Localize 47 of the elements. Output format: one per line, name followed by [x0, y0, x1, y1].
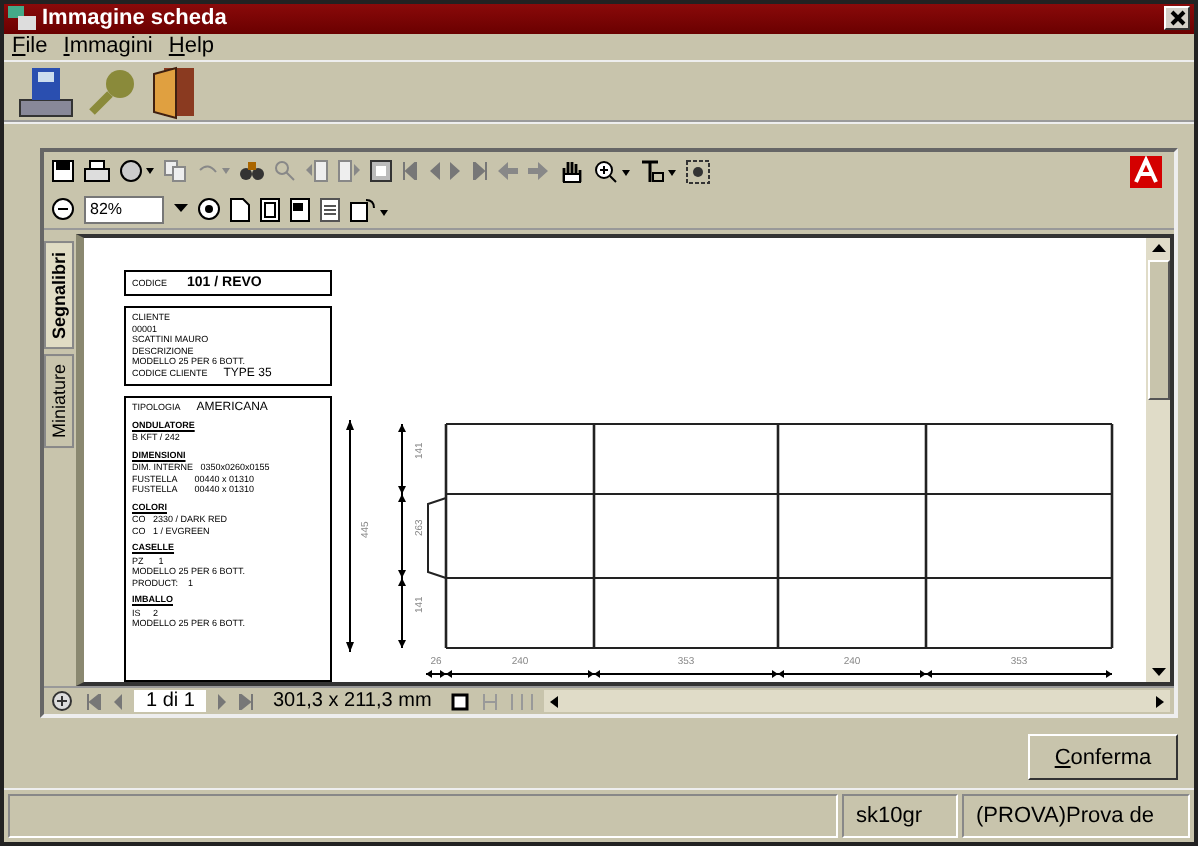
close-button[interactable] — [1164, 6, 1190, 31]
horizontal-scrollbar[interactable] — [543, 690, 1170, 713]
actual-size-icon[interactable] — [230, 197, 250, 222]
save-icon[interactable] — [52, 160, 74, 183]
status-panel: (PROVA)Prova de — [962, 794, 1190, 839]
fit-page-icon[interactable] — [260, 197, 280, 222]
disk-drive-icon[interactable] — [16, 63, 76, 120]
first-page-icon[interactable] — [86, 693, 102, 710]
single-page-icon[interactable] — [449, 691, 470, 712]
fit-width-icon[interactable] — [290, 197, 310, 222]
document-properties-icon[interactable] — [370, 160, 392, 183]
vertical-scrollbar[interactable] — [1146, 238, 1170, 683]
side-tab[interactable]: Segnalibri — [44, 242, 74, 350]
copy-icon[interactable] — [164, 160, 186, 183]
snapshot-icon[interactable] — [686, 159, 710, 184]
menu-item[interactable]: Help — [168, 34, 215, 59]
adobe-logo-icon[interactable] — [1130, 155, 1162, 188]
door-exit-icon[interactable] — [148, 63, 200, 120]
next-page-icon[interactable] — [450, 162, 462, 181]
menu-item[interactable]: Immagini — [63, 34, 153, 59]
zoom-out-icon[interactable] — [52, 198, 74, 221]
page-layout-icon[interactable] — [48, 690, 76, 713]
previous-page-icon[interactable] — [112, 693, 124, 710]
previous-page-icon[interactable] — [428, 162, 440, 181]
window-title: Immagine scheda — [42, 6, 229, 31]
hand-icon[interactable] — [558, 159, 584, 184]
page-forward-icon[interactable] — [338, 160, 360, 183]
print-icon[interactable] — [84, 160, 110, 183]
menu-item[interactable]: File — [12, 34, 48, 59]
last-page-icon[interactable] — [472, 162, 488, 181]
page-back-icon[interactable] — [306, 160, 328, 183]
app-icon — [8, 6, 36, 31]
rotate-page-icon[interactable] — [350, 197, 390, 222]
status-panel: sk10gr — [842, 794, 958, 839]
side-tab[interactable]: Miniature — [44, 353, 74, 448]
fit-visible-icon[interactable] — [320, 197, 340, 222]
binoculars-icon[interactable] — [240, 160, 264, 183]
confirm-button[interactable]: Conferma — [1028, 734, 1178, 781]
text-select-icon[interactable] — [640, 159, 676, 184]
page-number-field[interactable]: 1 di 1 — [134, 690, 207, 713]
first-page-icon[interactable] — [402, 162, 418, 181]
scroll-thumb[interactable] — [1147, 260, 1169, 401]
zoom-dropdown[interactable]: 82% — [84, 195, 164, 224]
page-size-label: 301,3 x 211,3 mm — [272, 690, 432, 713]
next-page-icon[interactable] — [216, 693, 229, 710]
last-page-icon[interactable] — [238, 693, 255, 710]
dropdown-caret-icon[interactable] — [174, 204, 188, 215]
